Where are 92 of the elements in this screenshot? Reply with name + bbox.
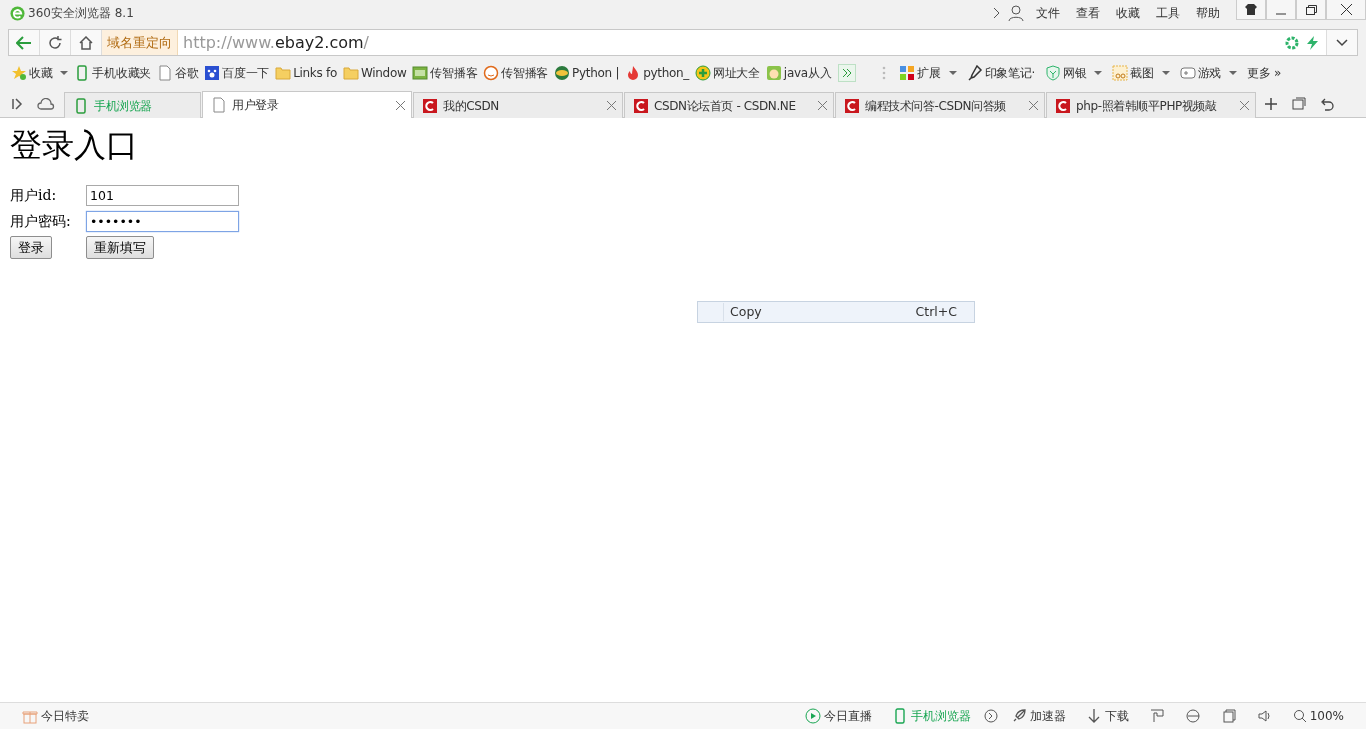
drag-handle-icon[interactable] <box>882 66 887 80</box>
status-item[interactable]: 下载 <box>1077 707 1137 725</box>
skin-button[interactable] <box>1236 0 1266 20</box>
menu-item[interactable]: 收藏 <box>1108 4 1148 22</box>
browser-tab[interactable]: 用户登录 <box>202 91 412 118</box>
bookmark-item[interactable]: Python | <box>551 64 623 82</box>
more-bookmarks-button[interactable] <box>838 64 857 82</box>
apps-icon <box>899 65 916 81</box>
shortcut-label: Ctrl+C <box>915 302 957 321</box>
toolbar-item[interactable]: 网银 <box>1041 64 1106 82</box>
window-title: 360安全浏览器 8.1 <box>28 5 134 22</box>
bookmark-item[interactable]: Links fo <box>272 64 340 82</box>
search-icon <box>1292 709 1307 723</box>
status-item[interactable]: 今日直播 <box>796 707 880 725</box>
tv-icon <box>412 65 429 81</box>
bookmark-item[interactable]: 网址大全 <box>692 64 763 82</box>
gamepad-icon <box>1179 65 1196 81</box>
browser-tab[interactable]: php-照着韩顺平PHP视频敲 <box>1046 92 1256 118</box>
bookmark-item[interactable]: 传智播客 <box>480 64 552 82</box>
toolbar-item[interactable]: 截图 <box>1109 64 1173 82</box>
bookmark-item[interactable]: 手机收藏夹 <box>71 64 154 82</box>
plus-icon <box>695 65 712 81</box>
input-field[interactable]: ••••••• <box>86 210 239 232</box>
menu-item[interactable]: 文件 <box>1028 4 1068 22</box>
close-icon[interactable] <box>818 101 827 110</box>
bookmark-item[interactable]: python_ <box>622 64 693 82</box>
maximize-button[interactable] <box>1296 0 1326 20</box>
gift-icon <box>22 708 38 724</box>
chevron-icon[interactable] <box>992 7 1000 19</box>
bookmark-item[interactable]: java从入 <box>762 64 835 82</box>
bookmark-item[interactable]: 传智播客 <box>409 64 481 82</box>
plus-icon <box>1264 97 1278 111</box>
double-chevron-icon <box>842 68 853 78</box>
menu-item[interactable]: 工具 <box>1148 4 1188 22</box>
window-icon[interactable] <box>1220 708 1237 724</box>
shirt-icon <box>1245 4 1257 15</box>
page-icon <box>156 65 173 81</box>
close-icon[interactable] <box>396 100 405 110</box>
close-icon[interactable] <box>607 101 616 110</box>
field-label: 用户密码: <box>10 211 72 231</box>
globe-icon <box>554 65 571 81</box>
csdn-logo-icon <box>1055 97 1071 114</box>
folder-icon <box>275 65 292 81</box>
undo-icon <box>1320 97 1334 111</box>
flag-icon[interactable] <box>1148 708 1165 724</box>
speaker-icon[interactable] <box>1256 708 1273 724</box>
smiley-icon <box>483 65 500 81</box>
input-field[interactable]: 101 <box>86 184 239 206</box>
folder-icon <box>342 65 359 81</box>
toolbar-item[interactable]: 印象笔记· <box>963 64 1038 82</box>
bookmark-item[interactable]: 谷歌 <box>153 64 202 82</box>
csdn-logo-icon <box>633 97 649 114</box>
toolbar-item[interactable]: 扩展 <box>896 64 960 82</box>
browser-tab[interactable]: 编程技术问答-CSDN问答频 <box>835 92 1045 118</box>
field-label: 用户id: <box>10 185 58 205</box>
form-button[interactable]: 重新填写 <box>86 235 154 260</box>
close-button[interactable] <box>1326 0 1366 20</box>
close-icon[interactable] <box>1029 101 1038 110</box>
paw-icon <box>204 65 221 81</box>
menu-item-label[interactable]: Copy <box>730 302 762 322</box>
bookmark-item[interactable]: Window <box>339 64 410 82</box>
minimize-icon <box>1276 12 1286 15</box>
play-icon <box>804 708 821 724</box>
bookmark-item[interactable]: 百度一下 <box>201 64 273 82</box>
status-item[interactable]: 今日特卖 <box>14 707 97 725</box>
form-button[interactable]: 登录 <box>10 235 52 260</box>
status-item[interactable]: 加速器 <box>1002 707 1074 725</box>
shield-icon <box>1044 65 1061 81</box>
page-heading: 登录入口 <box>10 126 139 165</box>
toolbar-item[interactable]: 游戏 <box>1176 64 1241 82</box>
phone-icon <box>73 97 89 114</box>
close-icon <box>1340 4 1352 15</box>
zoom-control[interactable]: 100% <box>1284 707 1352 725</box>
browser-tab[interactable]: 我的CSDN <box>413 92 623 118</box>
sidebar-icon <box>12 98 24 110</box>
browser-tab[interactable]: CSDN论坛首页 - CSDN.NE <box>624 92 834 118</box>
browser-logo-icon <box>10 5 25 21</box>
page-icon <box>211 97 227 113</box>
close-icon[interactable] <box>1240 101 1249 110</box>
csdn-logo-icon <box>844 97 860 114</box>
star-icon <box>11 65 27 81</box>
csdn-logo-icon <box>422 97 438 114</box>
cloud-icon <box>37 98 55 110</box>
menu-item[interactable]: 查看 <box>1068 4 1108 22</box>
menu-item[interactable]: 帮助 <box>1188 4 1228 22</box>
bookmark-item[interactable]: 收藏 <box>8 64 72 82</box>
pen-icon <box>966 65 983 81</box>
windows-icon <box>1292 97 1306 111</box>
restore-icon <box>1305 4 1317 15</box>
scissors-icon <box>1112 65 1129 81</box>
user-icon[interactable] <box>1008 5 1024 21</box>
toolbar-item[interactable]: 更多 » <box>1244 64 1285 82</box>
